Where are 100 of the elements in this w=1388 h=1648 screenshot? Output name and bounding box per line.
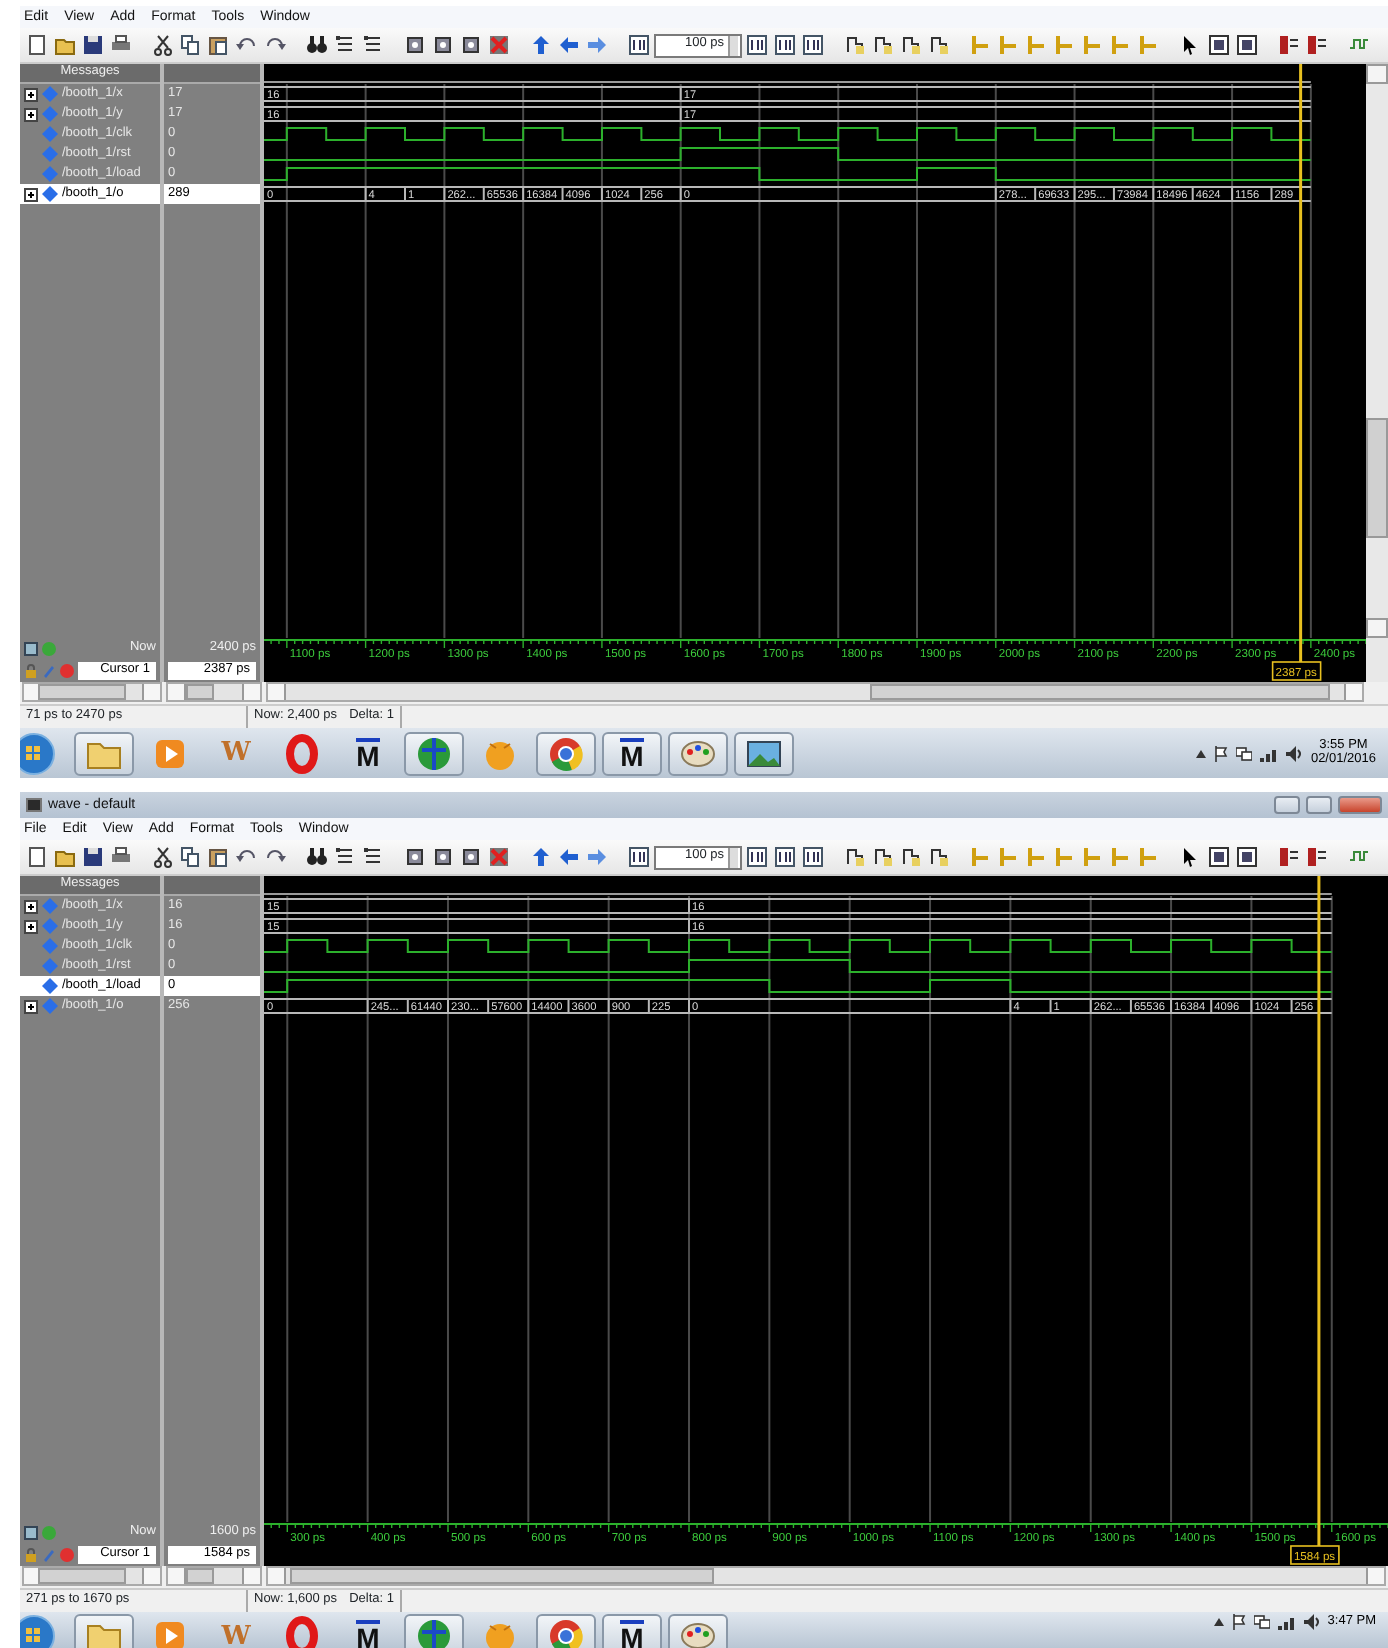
bookmark-icon[interactable]: [1306, 846, 1328, 868]
taskbar-button[interactable]: M: [602, 731, 662, 775]
start-button[interactable]: [20, 731, 60, 775]
network-icon: [1236, 745, 1253, 761]
cross-icon[interactable]: [488, 846, 510, 868]
minimize-button[interactable]: [1274, 796, 1300, 814]
horizontal-scrollbar[interactable]: [166, 1566, 262, 1586]
horizontal-scrollbar[interactable]: [22, 682, 162, 702]
step-icon[interactable]: [928, 34, 950, 56]
document-icon[interactable]: [26, 846, 48, 868]
taskbar-button[interactable]: [668, 1614, 728, 1648]
pencil-icon: [42, 664, 56, 678]
marker-icon[interactable]: [998, 34, 1020, 56]
panel-icon[interactable]: [802, 34, 824, 56]
panel-icon[interactable]: [774, 846, 796, 868]
marker-icon[interactable]: [1026, 846, 1048, 868]
panel-icon[interactable]: [774, 34, 796, 56]
taskbar-button[interactable]: [734, 731, 794, 775]
marker-icon[interactable]: [1054, 846, 1076, 868]
globe-icon: [414, 1616, 454, 1648]
clipboard-icon[interactable]: [208, 34, 230, 56]
add-icon: [42, 642, 56, 656]
marker-icon[interactable]: [1054, 34, 1076, 56]
marker-icon[interactable]: [1026, 34, 1048, 56]
clipboard-icon[interactable]: [208, 846, 230, 868]
flag-icon: [1214, 745, 1229, 761]
taskbar-button[interactable]: M: [602, 1614, 662, 1648]
frame-icon[interactable]: [1236, 846, 1258, 868]
step-icon[interactable]: [900, 34, 922, 56]
right-arrow-icon[interactable]: [586, 34, 608, 56]
step-icon[interactable]: [844, 34, 866, 56]
step-icon[interactable]: [928, 846, 950, 868]
left-arrow-icon[interactable]: [558, 34, 580, 56]
step-icon[interactable]: [872, 34, 894, 56]
marker-icon[interactable]: [1110, 34, 1132, 56]
horizontal-scrollbar[interactable]: [266, 1566, 1386, 1586]
horizontal-scrollbar[interactable]: [266, 682, 1364, 702]
printer-icon[interactable]: [110, 34, 132, 56]
step-icon[interactable]: [844, 846, 866, 868]
chip-icon[interactable]: [432, 34, 454, 56]
right-arrow-icon[interactable]: [586, 846, 608, 868]
chip-icon[interactable]: [404, 34, 426, 56]
pointer-icon[interactable]: [1180, 846, 1202, 868]
panel-icon[interactable]: [802, 846, 824, 868]
binoculars-icon[interactable]: [306, 846, 328, 868]
signal-icon: [1277, 1614, 1296, 1630]
chip-icon[interactable]: [404, 846, 426, 868]
left-arrow-icon[interactable]: [558, 846, 580, 868]
bookmark-icon[interactable]: [1278, 34, 1300, 56]
marker-icon[interactable]: [1138, 34, 1160, 56]
step-icon[interactable]: [900, 846, 922, 868]
horizontal-scrollbar[interactable]: [166, 682, 262, 702]
step-icon[interactable]: [872, 846, 894, 868]
document-icon[interactable]: [26, 34, 48, 56]
marker-icon[interactable]: [1138, 846, 1160, 868]
copy-icon[interactable]: [180, 34, 202, 56]
scissors-icon[interactable]: [152, 846, 174, 868]
frame-icon[interactable]: [1236, 34, 1258, 56]
folder-icon[interactable]: [54, 34, 76, 56]
folder-icon[interactable]: [54, 846, 76, 868]
marker-icon[interactable]: [1110, 846, 1132, 868]
taskbar-button[interactable]: [536, 1614, 596, 1648]
taskbar-button[interactable]: [404, 1614, 464, 1648]
horizontal-scrollbar[interactable]: [22, 1566, 162, 1586]
panel-icon[interactable]: [628, 34, 650, 56]
chrome-icon: [546, 1616, 586, 1648]
marker-icon[interactable]: [970, 34, 992, 56]
chip-icon[interactable]: [432, 846, 454, 868]
up-arrow-icon[interactable]: [530, 846, 552, 868]
binoculars-icon[interactable]: [306, 34, 328, 56]
up-arrow-icon[interactable]: [530, 34, 552, 56]
copy-icon[interactable]: [180, 846, 202, 868]
vertical-scrollbar[interactable]: [1366, 64, 1388, 638]
taskbar-button[interactable]: [668, 731, 728, 775]
frame-icon[interactable]: [1208, 34, 1230, 56]
list-icon[interactable]: [362, 846, 384, 868]
taskbar-button[interactable]: [536, 731, 596, 775]
bookmark-icon[interactable]: [1278, 846, 1300, 868]
marker-icon[interactable]: [1082, 846, 1104, 868]
taskbar-button[interactable]: M: [338, 731, 398, 775]
taskbar-button[interactable]: M: [338, 1614, 398, 1648]
list-icon[interactable]: [334, 34, 356, 56]
marker-icon[interactable]: [1082, 34, 1104, 56]
marker-icon[interactable]: [998, 846, 1020, 868]
panel-icon[interactable]: [628, 846, 650, 868]
list-icon[interactable]: [362, 34, 384, 56]
scissors-icon[interactable]: [152, 34, 174, 56]
marker-icon[interactable]: [970, 846, 992, 868]
pointer-icon[interactable]: [1180, 34, 1202, 56]
taskbar-button[interactable]: [404, 731, 464, 775]
frame-icon[interactable]: [1208, 846, 1230, 868]
panel-icon[interactable]: [746, 34, 768, 56]
bookmark-icon[interactable]: [1306, 34, 1328, 56]
chip-icon[interactable]: [460, 846, 482, 868]
chip-icon[interactable]: [460, 34, 482, 56]
cross-icon[interactable]: [488, 34, 510, 56]
list-icon[interactable]: [334, 846, 356, 868]
printer-icon[interactable]: [110, 846, 132, 868]
panel-icon[interactable]: [746, 846, 768, 868]
maximize-button[interactable]: [1306, 796, 1332, 814]
